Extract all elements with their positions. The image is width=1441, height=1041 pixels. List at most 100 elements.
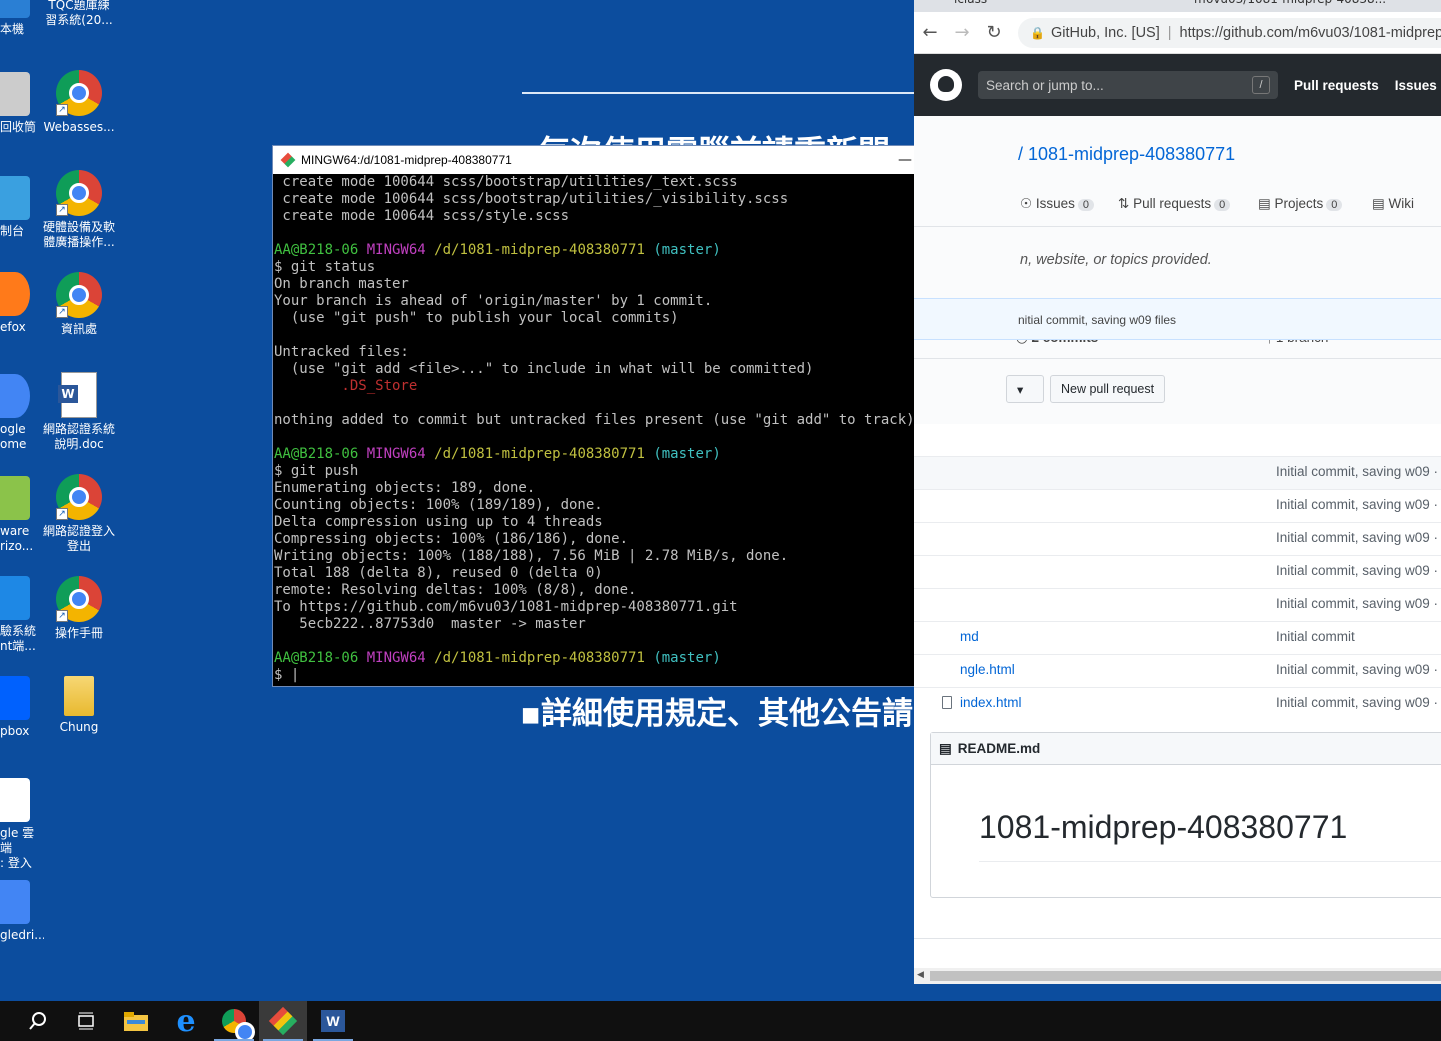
file-row[interactable]: ngle.html Initial commit, saving w09 · — [914, 654, 1441, 687]
desktop-shortcut[interactable]: gle 雲端 : 登入 — [0, 778, 44, 871]
chrome-icon[interactable] — [210, 1001, 258, 1041]
file-name-link[interactable]: md — [960, 629, 979, 644]
desktop-shortcut[interactable]: 本機 — [0, 0, 44, 37]
file-commit-message[interactable]: Initial commit, saving w09 · — [1276, 695, 1438, 710]
url-input[interactable]: 🔒 GitHub, Inc. [US] | https://github.com… — [1018, 17, 1441, 48]
folder-icon — [64, 676, 94, 716]
google-icon — [0, 778, 30, 822]
word-icon[interactable]: W — [309, 1001, 357, 1041]
file-row[interactable]: Initial commit, saving w09 · — [914, 588, 1441, 621]
github-search-input[interactable]: Search or jump to... / — [978, 71, 1278, 99]
desktop-shortcut[interactable]: ↗ 資訊處 — [39, 272, 119, 337]
back-icon[interactable]: ← — [914, 22, 946, 43]
desktop-shortcut[interactable]: ↗ Webasses... — [39, 70, 119, 135]
repo-header: / 1081-midprep-408380771 ☉ Issues 0 ⇅ Pul… — [914, 116, 1441, 424]
desktop-shortcut[interactable]: ↗ 硬體設備及軟 體廣播操作... — [39, 170, 119, 250]
desktop-shortcut[interactable]: 回收筒 — [0, 72, 44, 135]
reload-icon[interactable]: ↻ — [978, 22, 1010, 43]
control-panel-icon — [0, 176, 30, 220]
chrome-icon: ↗ — [56, 70, 102, 116]
file-commit-message[interactable]: Initial commit, saving w09 · — [1276, 563, 1438, 578]
file-commit-message[interactable]: Initial commit — [1276, 629, 1355, 644]
git-bash-icon[interactable] — [259, 1001, 307, 1041]
word-doc-icon: W — [58, 372, 97, 418]
terminal-line: Enumerating objects: 189, done. — [274, 480, 1003, 497]
git-bash-window[interactable]: MINGW64:/d/1081-midprep-408380771 — ☐ ✕ … — [272, 145, 1021, 687]
tab-pull-requests[interactable]: ⇅ Pull requests 0 — [1118, 196, 1231, 212]
file-row[interactable]: Initial commit, saving w09 · — [914, 555, 1441, 588]
terminal-line: 5ecb222..87753d0 master -> master — [274, 616, 1003, 633]
desktop-shortcut[interactable]: ware rizo... — [0, 476, 44, 554]
file-row[interactable]: index.html Initial commit, saving w09 · — [914, 687, 1441, 720]
git-bash-titlebar[interactable]: MINGW64:/d/1081-midprep-408380771 — ☐ ✕ — [273, 146, 1020, 174]
terminal-text: MINGW64 — [366, 446, 435, 462]
desktop-shortcut-label: ogle ome — [0, 422, 27, 451]
desktop-shortcut[interactable]: ↗ 操作手冊 — [39, 576, 119, 641]
github-logo-icon[interactable] — [930, 69, 962, 101]
terminal-text: MINGW64 — [366, 650, 435, 666]
desktop-shortcut-label: 資訊處 — [60, 322, 97, 336]
terminal-text: create mode 100644 scss/bootstrap/utilit… — [274, 191, 789, 207]
file-row[interactable]: Initial commit, saving w09 · — [914, 456, 1441, 489]
terminal-text: /d/1081-midprep-408380771 — [434, 446, 654, 462]
scroll-left-icon[interactable]: ◀ — [917, 970, 924, 980]
desktop-shortcut[interactable]: pbox — [0, 676, 44, 739]
stats-divider-bottom — [914, 358, 1441, 359]
desktop-shortcut[interactable]: ↗ 網路認證登入 登出 — [39, 474, 119, 554]
file-commit-message[interactable]: Initial commit, saving w09 · — [1276, 530, 1438, 545]
nav-pull-requests[interactable]: Pull requests — [1294, 78, 1379, 93]
new-pull-request-button[interactable]: New pull request — [1050, 375, 1166, 403]
terminal-text: (master) — [653, 242, 721, 258]
repo-name-link[interactable]: / 1081-midprep-408380771 — [1018, 144, 1235, 165]
terminal-line: Writing objects: 100% (188/188), 7.56 Mi… — [274, 548, 1003, 565]
terminal-text: On branch master — [274, 276, 409, 292]
chrome-browser-window[interactable]: iclass m6vu03/1081-midprep-40838... ← → … — [914, 0, 1441, 984]
desktop-shortcut[interactable]: gledri... — [0, 880, 44, 943]
chrome-icon: ↗ — [56, 576, 102, 622]
task-view-icon[interactable] — [62, 1001, 110, 1041]
forward-icon[interactable]: → — [946, 22, 978, 43]
tab-github[interactable]: m6vu03/1081-midprep-40838... — [1154, 0, 1386, 12]
terminal-text: nothing added to commit but untracked fi… — [274, 412, 915, 428]
file-name-link[interactable]: ngle.html — [960, 662, 1015, 677]
horizontal-scrollbar[interactable]: ◀ — [914, 968, 1441, 984]
tab-iclass[interactable]: iclass — [914, 0, 987, 12]
terminal-text: Writing objects: 100% (188/188), 7.56 Mi… — [274, 548, 789, 564]
tab-issues[interactable]: ☉ Issues 0 — [1020, 196, 1095, 212]
nav-issues[interactable]: Issues — [1395, 78, 1437, 93]
google-drive-icon — [0, 880, 30, 924]
terminal-line: Delta compression using up to 4 threads — [274, 514, 1003, 531]
chrome-icon: ↗ — [56, 170, 102, 216]
terminal-line: remote: Resolving deltas: 100% (8/8), do… — [274, 582, 1003, 599]
file-commit-message[interactable]: Initial commit, saving w09 · — [1276, 596, 1438, 611]
desktop-shortcut[interactable]: TQC題庫練 習系統(20... — [39, 0, 119, 28]
hscroll-thumb[interactable] — [930, 971, 1441, 981]
latest-commit-message[interactable]: nitial commit, saving w09 files — [1018, 313, 1176, 327]
vmware-icon — [0, 476, 30, 520]
desktop-shortcut[interactable]: Chung — [39, 676, 119, 735]
desktop-shortcut[interactable]: efox — [0, 272, 44, 335]
file-row[interactable]: Initial commit, saving w09 · — [914, 489, 1441, 522]
file-explorer-icon[interactable] — [112, 1001, 160, 1041]
tab-wiki[interactable]: ▤ Wiki — [1372, 196, 1414, 212]
file-row[interactable]: Initial commit, saving w09 · — [914, 522, 1441, 555]
file-name-link[interactable]: index.html — [960, 695, 1022, 710]
desktop-shortcut[interactable]: 驗系統 nt端... — [0, 576, 44, 654]
tab-projects[interactable]: ▤ Projects 0 — [1258, 196, 1343, 212]
branch-select-button[interactable]: ▾ — [1006, 375, 1044, 403]
desktop-shortcut-label: ware rizo... — [0, 524, 34, 553]
file-row[interactable]: md Initial commit — [914, 621, 1441, 654]
file-commit-message[interactable]: Initial commit, saving w09 · — [1276, 464, 1438, 479]
file-commit-message[interactable]: Initial commit, saving w09 · — [1276, 662, 1438, 677]
desktop-shortcut-label: TQC題庫練 習系統(20... — [45, 0, 113, 27]
desktop-shortcut[interactable]: ogle ome — [0, 374, 44, 452]
desktop-shortcut-label: 網路認證系統 說明.doc — [42, 422, 115, 451]
desktop-shortcut[interactable]: 制台 — [0, 176, 44, 239]
file-commit-message[interactable]: Initial commit, saving w09 · — [1276, 497, 1438, 512]
search-icon[interactable] — [14, 1001, 62, 1041]
desktop-shortcut[interactable]: W 網路認證系統 說明.doc — [39, 372, 119, 452]
edge-icon[interactable]: e — [162, 1001, 210, 1041]
terminal-output[interactable]: create mode 100644 scss/bootstrap/utilit… — [273, 174, 1003, 687]
terminal-text: create mode 100644 scss/style.scss — [274, 208, 570, 224]
